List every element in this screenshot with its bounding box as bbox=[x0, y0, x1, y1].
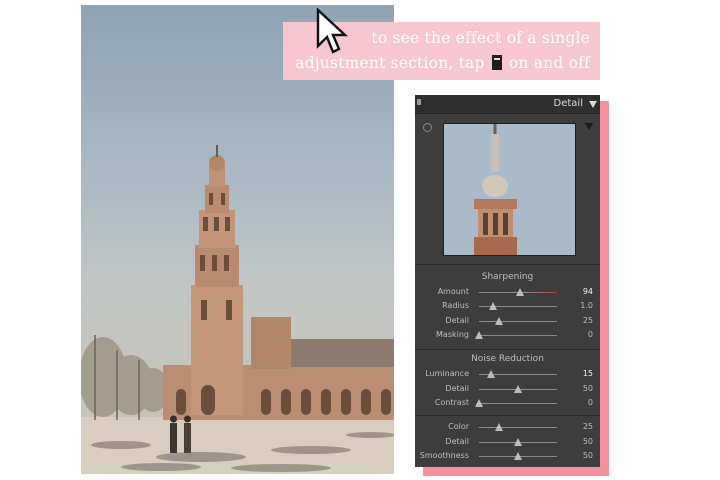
slider-track[interactable] bbox=[475, 399, 557, 407]
slider-row-radius[interactable]: Radius 1.0 bbox=[415, 300, 600, 313]
slider-value[interactable]: 1.0 bbox=[580, 301, 593, 310]
slider-label: Detail bbox=[445, 436, 469, 446]
slider-thumb[interactable] bbox=[486, 370, 495, 378]
slider-track[interactable] bbox=[475, 330, 557, 339]
slider-row-detail[interactable]: Detail 50 bbox=[415, 436, 600, 449]
collapse-triangle-icon[interactable] bbox=[589, 101, 597, 108]
slider-row-masking[interactable]: Masking 0 bbox=[415, 329, 600, 342]
slider-track[interactable] bbox=[479, 316, 557, 325]
slider-value[interactable]: 25 bbox=[583, 422, 593, 431]
slider-thumb[interactable] bbox=[475, 330, 483, 339]
noise-reduction-title: Noise Reduction bbox=[471, 354, 544, 364]
slider-label: Radius bbox=[442, 301, 469, 311]
slider-value[interactable]: 50 bbox=[583, 437, 593, 446]
slider-label: Masking bbox=[436, 329, 469, 339]
panel-title: Detail bbox=[553, 98, 583, 109]
slider-label: Luminance bbox=[425, 369, 469, 378]
slider-value[interactable]: 15 bbox=[583, 369, 593, 378]
toggle-switch-icon bbox=[491, 55, 502, 70]
slider-thumb[interactable] bbox=[494, 316, 503, 325]
divider bbox=[415, 415, 600, 416]
slider-thumb[interactable] bbox=[514, 384, 522, 393]
slider-value[interactable]: 0 bbox=[588, 330, 593, 339]
sharpening-title: Sharpening bbox=[481, 272, 534, 282]
slider-track[interactable] bbox=[479, 452, 557, 460]
slider-thumb[interactable] bbox=[494, 423, 503, 431]
slider-track[interactable] bbox=[479, 302, 557, 311]
slider-row-color[interactable]: Color 25 bbox=[415, 421, 600, 434]
slider-row-amount[interactable]: Amount 94 bbox=[415, 286, 600, 299]
panel-toggle-switch[interactable] bbox=[417, 99, 421, 105]
caption-line-2-end: on and off bbox=[508, 54, 590, 72]
slider-thumb[interactable] bbox=[514, 452, 522, 460]
detail-panel: Detail Sharpening Amount 94 Radius 1.0 Detai… bbox=[415, 95, 600, 467]
slider-track[interactable] bbox=[479, 437, 557, 446]
slider-row-smoothness[interactable]: Smoothness 50 bbox=[415, 450, 600, 463]
panel-header[interactable]: Detail bbox=[415, 95, 600, 114]
slider-label: Detail bbox=[445, 383, 469, 393]
slider-row-contrast[interactable]: Contrast 0 bbox=[415, 397, 600, 410]
divider bbox=[415, 349, 600, 350]
slider-label: Detail bbox=[445, 315, 469, 325]
slider-row-luminance[interactable]: Luminance 15 bbox=[415, 368, 600, 381]
slider-label: Color bbox=[448, 422, 469, 431]
target-adjustment-icon[interactable] bbox=[423, 123, 432, 132]
divider bbox=[415, 264, 600, 265]
slider-thumb[interactable] bbox=[514, 437, 522, 446]
preview-toggle-icon[interactable] bbox=[585, 123, 593, 130]
slider-thumb[interactable] bbox=[516, 288, 525, 296]
slider-label: Contrast bbox=[434, 398, 469, 407]
slider-value[interactable]: 25 bbox=[583, 316, 593, 325]
slider-label: Smoothness bbox=[419, 451, 469, 460]
slider-label: Amount bbox=[437, 287, 469, 296]
slider-row-detail[interactable]: Detail 25 bbox=[415, 315, 600, 328]
slider-row-detail[interactable]: Detail 50 bbox=[415, 383, 600, 396]
slider-thumb[interactable] bbox=[489, 302, 498, 311]
detail-preview[interactable] bbox=[443, 123, 576, 256]
slider-track[interactable] bbox=[479, 370, 557, 378]
arrow-cursor-icon bbox=[316, 8, 349, 54]
slider-value[interactable]: 50 bbox=[583, 451, 593, 460]
slider-value[interactable]: 50 bbox=[583, 384, 593, 393]
slider-track[interactable] bbox=[479, 423, 557, 431]
caption-line-2-start: adjustment section, tap bbox=[295, 54, 485, 72]
slider-value[interactable]: 94 bbox=[583, 287, 593, 296]
slider-thumb[interactable] bbox=[475, 399, 483, 407]
slider-track[interactable] bbox=[479, 384, 557, 393]
slider-track[interactable] bbox=[479, 288, 557, 296]
slider-value[interactable]: 0 bbox=[588, 398, 593, 407]
